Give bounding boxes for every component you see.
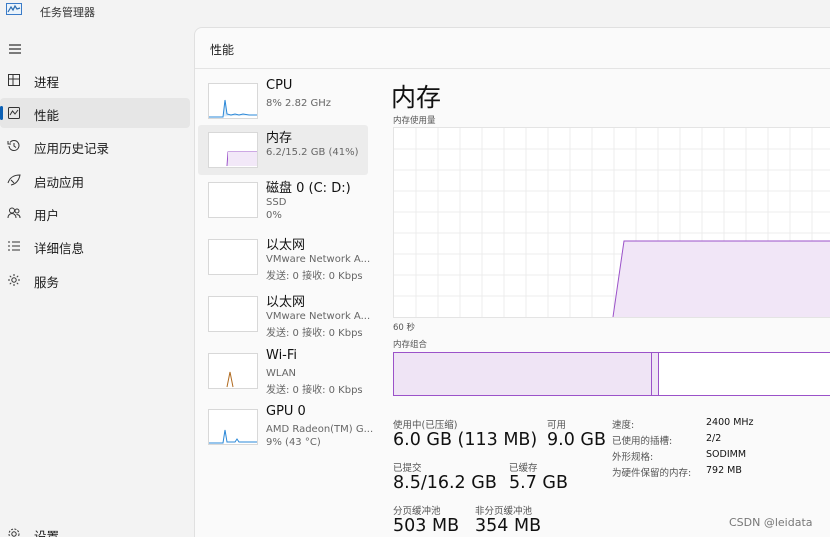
speed-value: 2400 MHz [706, 417, 754, 428]
disk-thumbnail-graph [208, 182, 258, 218]
device-name: Wi-Fi [266, 348, 298, 363]
main-panel: 性能 CPU 8% 2.82 GHz 内存 6.2/15.2 GB (41%) … [194, 27, 830, 537]
device-detail: AMD Radeon(TM) G... [266, 424, 374, 435]
device-detail: 发送: 0 接收: 0 Kbps [266, 385, 363, 396]
available-value: 9.0 GB [547, 430, 606, 450]
watermark: CSDN @leidata [729, 516, 813, 529]
device-detail: 6.2/15.2 GB (41%) [266, 147, 359, 158]
services-icon [7, 273, 21, 287]
device-item-cpu[interactable]: CPU 8% 2.82 GHz [198, 76, 368, 126]
details-icon [7, 239, 21, 253]
sidebar-item-performance[interactable]: 性能 [0, 98, 190, 128]
sidebar-item-label: 应用历史记录 [34, 141, 110, 156]
in-use-segment [394, 353, 652, 395]
performance-icon [7, 106, 21, 120]
sidebar-item-label: 启动应用 [34, 175, 85, 190]
memory-usage-graph [393, 127, 830, 318]
device-item-gpu[interactable]: GPU 0 AMD Radeon(TM) G... 9% (43 °C) [198, 402, 373, 452]
device-name: 内存 [266, 131, 293, 146]
committed-value: 8.5/16.2 GB [393, 473, 497, 493]
memory-composition-bar [393, 352, 830, 396]
in-use-value: 6.0 GB (113 MB) [393, 430, 538, 450]
wifi-thumbnail-graph [208, 353, 258, 389]
sidebar-item-startup[interactable]: 启动应用 [0, 165, 190, 195]
paged-pool-label: 分页缓冲池 [393, 506, 441, 517]
graph-time-label: 60 秒 [393, 323, 416, 333]
memory-composition-label: 内存组合 [393, 340, 428, 350]
device-detail: 发送: 0 接收: 0 Kbps [266, 271, 363, 282]
form-factor-label: 外形规格: [612, 452, 654, 463]
sidebar-item-settings[interactable]: 设置 [0, 519, 190, 537]
committed-label: 已提交 [393, 463, 422, 474]
device-name: 以太网 [266, 295, 306, 310]
startup-icon [7, 173, 21, 187]
cpu-thumbnail-graph [208, 83, 258, 119]
device-name: 磁盘 0 (C: D:) [266, 181, 351, 196]
device-detail: VMware Network A... [266, 311, 371, 322]
sidebar-item-app-history[interactable]: 应用历史记录 [0, 131, 190, 161]
gear-icon [7, 527, 21, 537]
cached-label: 已缓存 [509, 463, 538, 474]
processes-icon [7, 73, 21, 87]
paged-pool-value: 503 MB [393, 516, 460, 536]
sidebar-item-label: 服务 [34, 275, 60, 290]
device-name: GPU 0 [266, 404, 306, 419]
device-name: 以太网 [266, 238, 306, 253]
title-bar: 任务管理器 [0, 0, 830, 24]
detail-title: 内存 [391, 83, 442, 112]
device-item-wifi[interactable]: Wi-Fi WLAN 发送: 0 接收: 0 Kbps [198, 346, 368, 396]
slots-label: 已使用的插槽: [612, 436, 673, 447]
device-detail: 8% 2.82 GHz [266, 98, 332, 109]
memory-usage-label: 内存使用量 [393, 116, 436, 126]
app-title: 任务管理器 [40, 6, 95, 19]
device-detail: WLAN [266, 368, 297, 379]
device-detail: 9% (43 °C) [266, 437, 321, 448]
modified-segment [652, 353, 659, 395]
sidebar-item-processes[interactable]: 进程 [0, 65, 190, 95]
memory-thumbnail-graph [208, 132, 258, 168]
sidebar-item-users[interactable]: 用户 [0, 198, 190, 228]
task-manager-icon [6, 3, 22, 15]
sidebar-item-label: 用户 [34, 208, 60, 223]
settings-label: 设置 [34, 529, 60, 537]
sidebar-item-services[interactable]: 服务 [0, 265, 190, 295]
device-detail: 0% [266, 210, 282, 221]
device-name: CPU [266, 78, 293, 93]
page-title: 性能 [210, 43, 235, 57]
sidebar-nav: 进程 性能 应用历史记录 启动应用 用户 详细信息 服务 设置 [0, 28, 194, 537]
hamburger-menu-icon[interactable] [8, 40, 22, 54]
device-detail: SSD [266, 197, 287, 208]
speed-label: 速度: [612, 420, 635, 431]
device-item-ethernet-2[interactable]: 以太网 VMware Network A... 发送: 0 接收: 0 Kbps [198, 289, 371, 339]
slots-value: 2/2 [706, 433, 722, 444]
device-detail: VMware Network A... [266, 254, 371, 265]
device-item-memory[interactable]: 内存 6.2/15.2 GB (41%) [198, 125, 368, 175]
users-icon [7, 206, 21, 220]
form-factor-value: SODIMM [706, 449, 747, 460]
hardware-reserved-value: 792 MB [706, 465, 742, 476]
available-label: 可用 [547, 420, 567, 431]
device-item-ethernet-1[interactable]: 以太网 VMware Network A... 发送: 0 接收: 0 Kbps [198, 232, 371, 282]
cached-value: 5.7 GB [509, 473, 568, 493]
sidebar-item-details[interactable]: 详细信息 [0, 231, 190, 261]
history-icon [7, 139, 21, 153]
device-detail: 发送: 0 接收: 0 Kbps [266, 328, 363, 339]
sidebar-item-label: 性能 [34, 108, 60, 123]
ethernet-thumbnail-graph [208, 296, 258, 332]
in-use-label: 使用中(已压缩) [393, 420, 458, 431]
nonpaged-pool-label: 非分页缓冲池 [475, 506, 533, 517]
device-item-disk[interactable]: 磁盘 0 (C: D:) SSD 0% [198, 175, 368, 225]
hardware-reserved-label: 为硬件保留的内存: [612, 468, 692, 479]
nonpaged-pool-value: 354 MB [475, 516, 542, 536]
sidebar-item-label: 详细信息 [34, 241, 85, 256]
sidebar-item-label: 进程 [34, 75, 60, 90]
ethernet-thumbnail-graph [208, 239, 258, 275]
header-divider [195, 68, 830, 69]
gpu-thumbnail-graph [208, 409, 258, 445]
